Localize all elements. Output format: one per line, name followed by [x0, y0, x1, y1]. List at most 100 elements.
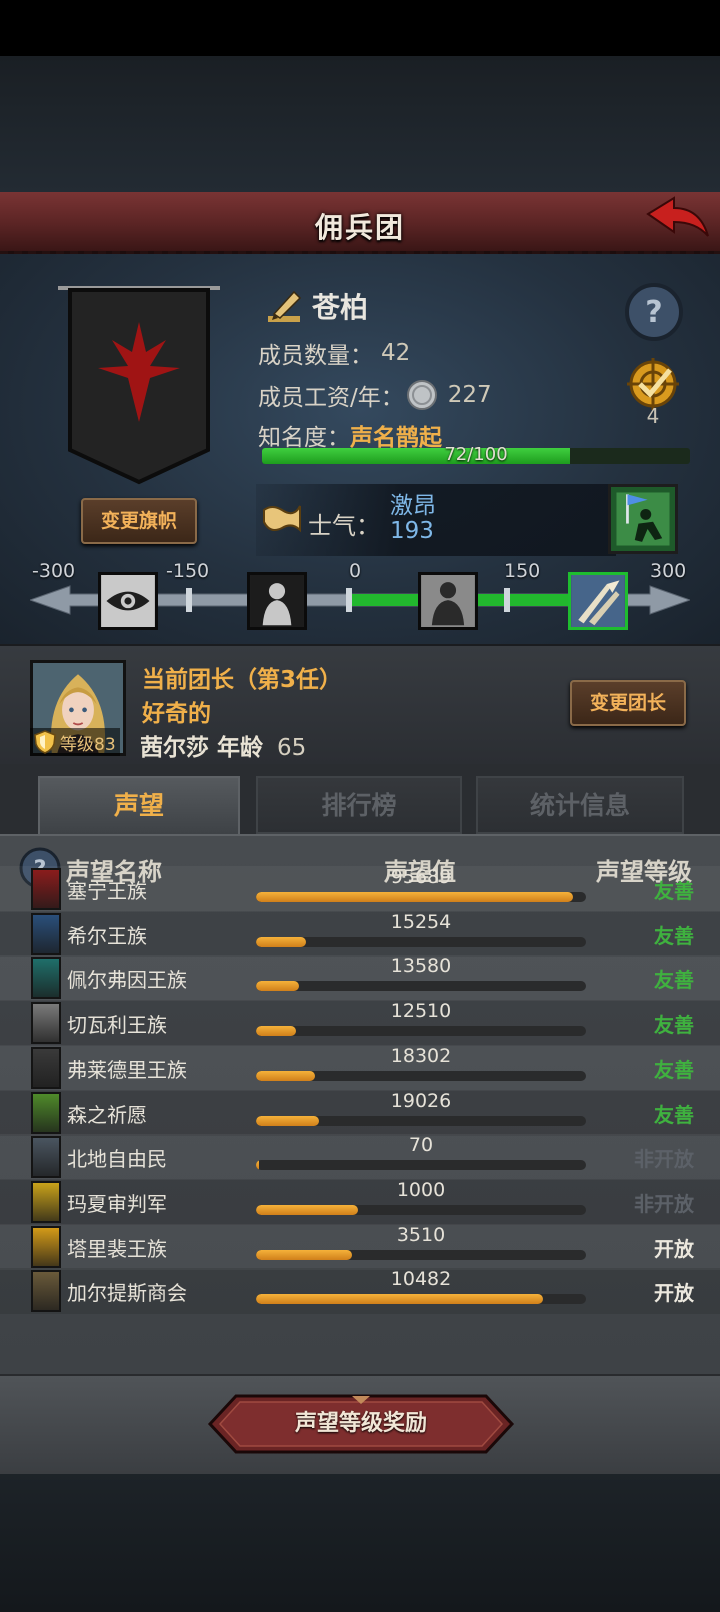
- faction-crest-icon: [31, 1092, 61, 1134]
- morale-value: 193: [390, 518, 434, 544]
- tab-statistics[interactable]: 统计信息: [476, 776, 684, 834]
- reputation-level: 友善: [654, 1013, 694, 1037]
- reputation-row[interactable]: 希尔王族 15254 友善: [0, 911, 720, 957]
- wage-value: 227: [447, 382, 492, 408]
- reputation-progress-fill: [256, 892, 573, 902]
- reputation-value: 18302: [390, 1045, 452, 1067]
- morale-calm-icon[interactable]: [418, 572, 478, 630]
- reputation-row[interactable]: 塞宁王族 95689 友善: [0, 866, 720, 912]
- reputation-progress-bar: [256, 892, 586, 902]
- reputation-progress-bar: [256, 1071, 586, 1081]
- header-bar: 佣兵团: [0, 192, 720, 257]
- reputation-level: 开放: [654, 1237, 694, 1261]
- bottom-background: [0, 1474, 720, 1612]
- faction-crest-icon: [31, 913, 61, 955]
- reputation-progress-bar: [256, 1116, 586, 1126]
- leader-title: 当前团长（第3任）: [142, 667, 343, 693]
- edit-pen-icon[interactable]: [264, 286, 304, 326]
- morale-eye-icon[interactable]: [98, 572, 158, 630]
- wage-label: 成员工资/年：: [258, 385, 404, 411]
- back-arrow-icon[interactable]: [644, 196, 712, 248]
- reputation-value: 13580: [390, 955, 452, 977]
- leader-age-value: 65: [277, 735, 307, 761]
- leader-level-badge: 等级83: [30, 728, 120, 756]
- reputation-value: 70: [408, 1134, 434, 1156]
- reputation-value: 19026: [390, 1090, 452, 1112]
- members-value: 42: [381, 340, 411, 366]
- faction-name: 希尔王族: [67, 924, 147, 948]
- reputation-progress-fill: [256, 1116, 319, 1126]
- reputation-level: 友善: [654, 924, 694, 948]
- leader-age-label: 年龄: [217, 735, 264, 761]
- faction-crest-icon: [31, 957, 61, 999]
- guild-name-row: 苍柏: [264, 286, 368, 326]
- reputation-progress-bar: [256, 1250, 586, 1260]
- help-icon[interactable]: ?: [624, 282, 684, 342]
- reputation-progress-fill: [256, 1026, 296, 1036]
- morale-label: 士气：: [308, 512, 380, 540]
- members-label: 成员数量：: [258, 343, 373, 369]
- morale-tick-min: -300: [32, 560, 76, 582]
- reputation-level: 友善: [654, 1058, 694, 1082]
- reputation-progress-bar: [256, 937, 586, 947]
- reputation-reward-button[interactable]: 声望等级奖励: [206, 1394, 516, 1454]
- reputation-row[interactable]: 弗莱德里王族 18302 友善: [0, 1045, 720, 1091]
- reputation-progress-fill: [256, 1160, 260, 1170]
- silver-coin-icon: [406, 380, 437, 410]
- faction-name: 弗莱德里王族: [67, 1058, 187, 1082]
- reputation-value: 10482: [390, 1268, 452, 1290]
- leader-name-line: 茜尔莎 年龄 65: [140, 728, 306, 762]
- target-count: 4: [646, 404, 660, 428]
- members-stat: 成员数量： 42: [258, 336, 410, 370]
- reputation-progress-fill: [256, 1294, 544, 1304]
- reputation-value: 3510: [396, 1224, 446, 1246]
- reputation-row[interactable]: 佩尔弗因王族 13580 友善: [0, 955, 720, 1001]
- change-leader-button[interactable]: 变更团长: [570, 680, 686, 726]
- morale-inspired-icon[interactable]: [568, 572, 628, 630]
- reputation-progress-bar: [256, 1205, 586, 1215]
- reputation-progress-fill: [256, 981, 299, 991]
- reputation-progress-bar: [256, 1294, 586, 1304]
- reputation-value: 95689: [390, 866, 452, 888]
- wage-stat: 成员工资/年： 227: [258, 378, 492, 412]
- reputation-row[interactable]: 加尔提斯商会 10482 开放: [0, 1268, 720, 1314]
- guild-banner-icon: [58, 286, 220, 485]
- guild-name: 苍柏: [312, 291, 369, 324]
- faction-name: 塞宁王族: [67, 879, 147, 903]
- faction-crest-icon: [31, 1136, 61, 1178]
- tab-ranking[interactable]: 排行榜: [256, 776, 462, 834]
- faction-name: 佩尔弗因王族: [67, 968, 187, 992]
- reputation-level: 非开放: [634, 1147, 694, 1171]
- reputation-level: 友善: [654, 968, 694, 992]
- reputation-row[interactable]: 北地自由民 70 非开放: [0, 1134, 720, 1180]
- faction-crest-icon: [31, 1047, 61, 1089]
- page-title: 佣兵团: [314, 211, 405, 244]
- change-flag-button[interactable]: 变更旗帜: [81, 498, 197, 544]
- reputation-value: 1000: [396, 1179, 446, 1201]
- morale-bonus-icon[interactable]: [608, 484, 678, 554]
- reputation-level: 友善: [654, 879, 694, 903]
- morale-despair-icon[interactable]: [247, 572, 307, 630]
- reputation-progress-bar: [256, 1160, 586, 1170]
- faction-name: 玛夏审判军: [67, 1192, 167, 1216]
- reputation-row[interactable]: 玛夏审判军 1000 非开放: [0, 1179, 720, 1225]
- tab-reputation[interactable]: 声望: [38, 776, 240, 834]
- morale-state: 激昂: [390, 493, 436, 519]
- reputation-level: 开放: [654, 1281, 694, 1305]
- reputation-progress-bar: [256, 981, 586, 991]
- reputation-progress-bar: [256, 1026, 586, 1036]
- reputation-row[interactable]: 森之祈愿 19026 友善: [0, 1090, 720, 1136]
- faction-crest-icon: [31, 1226, 61, 1268]
- faction-name: 塔里裴王族: [67, 1237, 167, 1261]
- faction-name: 加尔提斯商会: [67, 1281, 187, 1305]
- faction-crest-icon: [31, 1181, 61, 1223]
- leader-name: 茜尔莎: [140, 735, 209, 761]
- reputation-level: 非开放: [634, 1192, 694, 1216]
- shield-icon: [34, 730, 56, 754]
- morale-tick-zero: 0: [349, 560, 362, 582]
- faction-crest-icon: [31, 868, 61, 910]
- reputation-row[interactable]: 塔里裴王族 3510 开放: [0, 1224, 720, 1270]
- leader-trait: 好奇的: [142, 701, 211, 727]
- faction-crest-icon: [31, 1002, 61, 1044]
- reputation-row[interactable]: 切瓦利王族 12510 友善: [0, 1000, 720, 1046]
